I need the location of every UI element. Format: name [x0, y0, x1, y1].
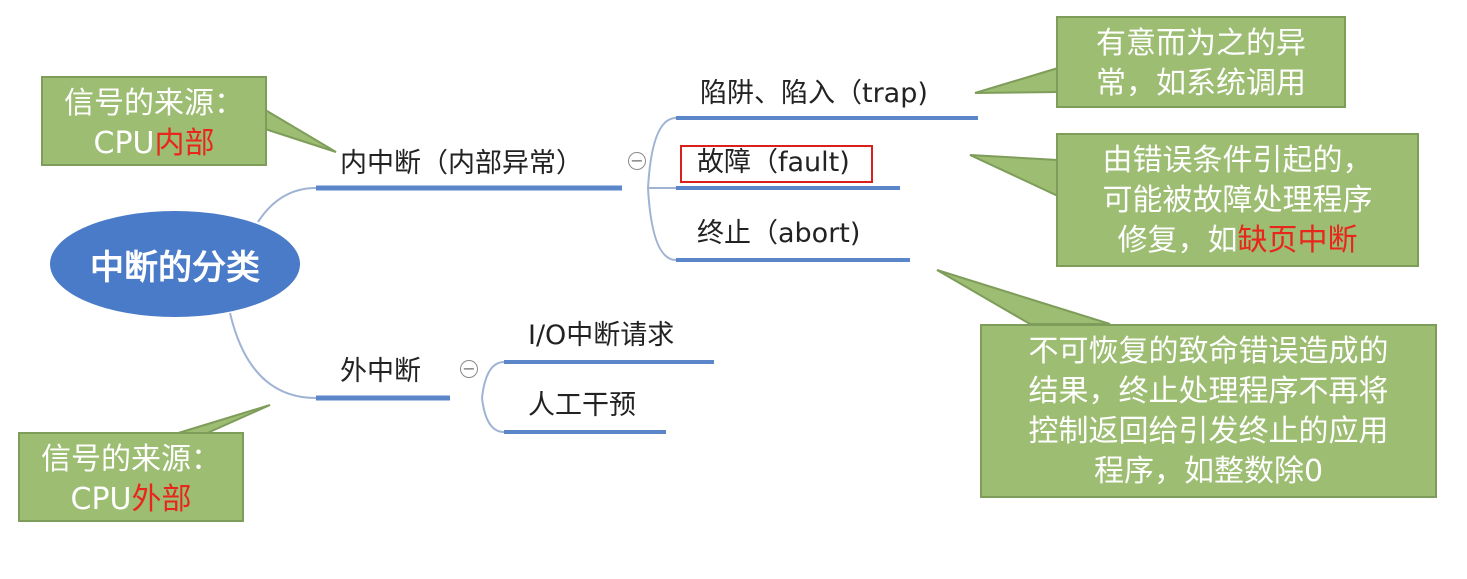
- collapse-minus-icon[interactable]: −: [628, 152, 646, 170]
- manual-intervention-label[interactable]: 人工干预: [528, 392, 636, 419]
- connector-root-internal: [257, 187, 317, 223]
- callout-line: 信号的来源：: [41, 442, 221, 477]
- connector-external-manual: [481, 397, 505, 433]
- callout-line: 有意而为之的异: [1096, 26, 1306, 61]
- highlight-text: 缺页中断: [1237, 223, 1358, 258]
- root-node[interactable]: 中断的分类: [50, 211, 300, 317]
- callout-line: 信号的来源：: [64, 86, 244, 121]
- callout-pointer-external: [174, 404, 271, 435]
- cpu-text: CPU: [70, 482, 132, 517]
- callout-external-source: 信号的来源： CPU外部: [18, 432, 244, 522]
- root-label: 中断的分类: [90, 247, 260, 288]
- callout-line: 不可恢复的致命错误造成的: [1028, 334, 1389, 369]
- connector-root-external: [229, 312, 317, 399]
- connector-external-io: [481, 361, 505, 399]
- collapse-minus-icon[interactable]: −: [460, 360, 478, 378]
- callout-line: 由错误条件引起的，: [1102, 143, 1373, 178]
- callout-pointer-trap: [974, 66, 1059, 94]
- io-request-label[interactable]: I/O中断请求: [528, 322, 674, 349]
- callout-text: 修复，如: [1117, 223, 1238, 258]
- callout-abort-note: 不可恢复的致命错误造成的 结果，终止处理程序不再将 控制返回给引发终止的应用 程…: [980, 324, 1437, 498]
- trap-label[interactable]: 陷阱、陷入（trap): [700, 80, 928, 107]
- callout-line: 修复，如缺页中断: [1058, 221, 1417, 261]
- callout-pointer-abort: [936, 269, 1111, 325]
- callout-internal-source: 信号的来源： CPU内部: [41, 76, 267, 166]
- external-interrupt-label[interactable]: 外中断: [340, 358, 421, 385]
- callout-trap-note: 有意而为之的异 常，如系统调用: [1056, 16, 1346, 108]
- abort-label[interactable]: 终止（abort): [697, 220, 860, 247]
- fault-highlight-box: [680, 145, 873, 183]
- callout-line: 控制返回给引发终止的应用: [1028, 414, 1389, 449]
- connector-internal-abort: [647, 187, 677, 261]
- callout-line: CPU外部: [20, 480, 242, 520]
- cpu-text: CPU: [93, 126, 155, 161]
- callout-line: 常，如系统调用: [1096, 66, 1306, 101]
- internal-interrupt-label[interactable]: 内中断（内部异常）: [340, 150, 583, 177]
- callout-line: CPU内部: [43, 124, 265, 164]
- callout-fault-note: 由错误条件引起的， 可能被故障处理程序 修复，如缺页中断: [1056, 133, 1419, 267]
- mind-map: 中断的分类 内中断（内部异常） 外中断 − − 陷阱、陷入（trap) 故障（f…: [0, 0, 1467, 579]
- callout-line: 程序，如整数除0: [1093, 454, 1324, 489]
- highlight-text: 外部: [131, 482, 192, 517]
- callout-pointer-fault: [969, 154, 1059, 198]
- connector-internal-trap: [647, 117, 677, 189]
- highlight-text: 内部: [154, 126, 215, 161]
- callout-line: 结果，终止处理程序不再将: [1028, 374, 1389, 409]
- callout-pointer-internal: [261, 106, 337, 153]
- callout-line: 可能被故障处理程序: [1102, 183, 1373, 218]
